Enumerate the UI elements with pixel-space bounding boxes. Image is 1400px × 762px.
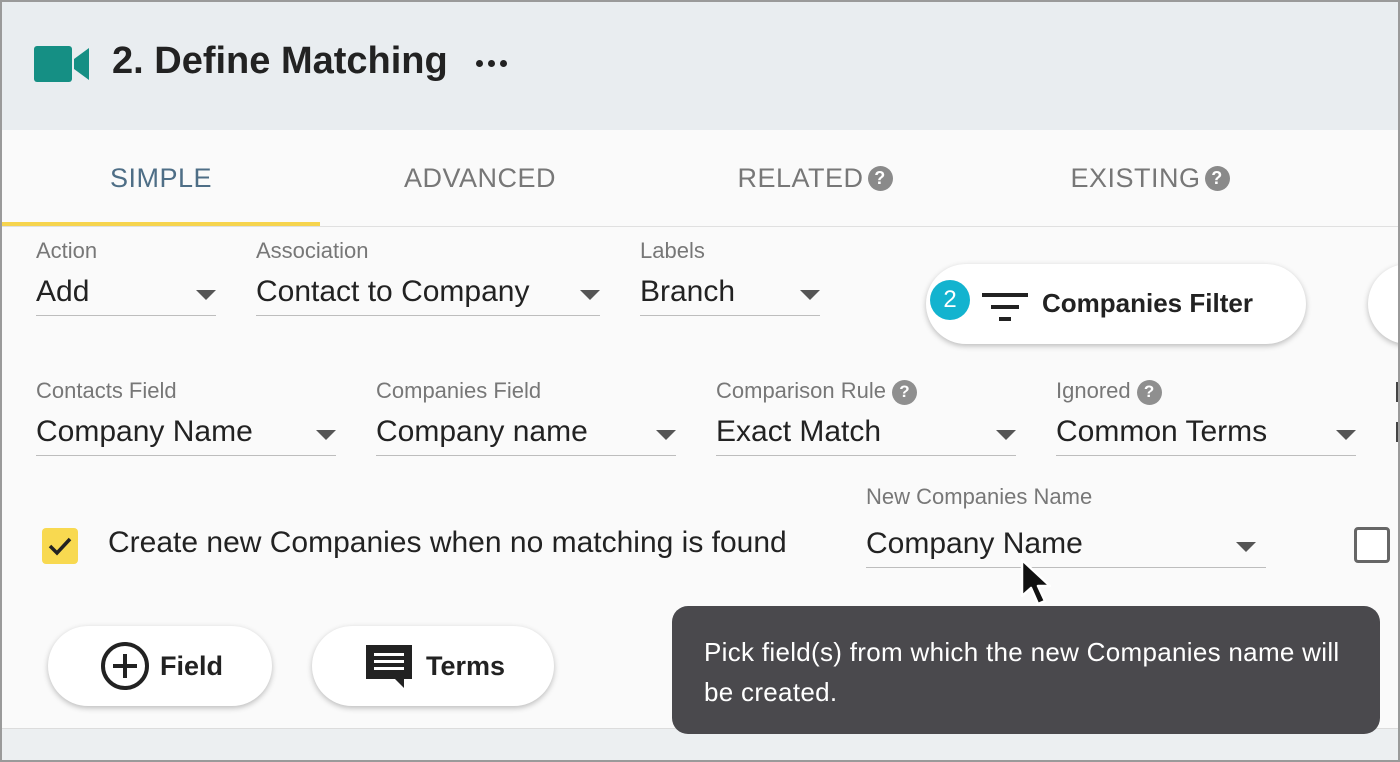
chevron-down-icon[interactable] (656, 430, 676, 440)
new-companies-name-dropdown[interactable]: Company Name (866, 520, 1266, 568)
terms-label: Terms (426, 650, 506, 681)
field-value: Company Name (866, 526, 1083, 560)
field-value: Common Terms (1056, 414, 1268, 448)
option-checkbox[interactable] (1354, 527, 1390, 563)
contacts-field-dropdown[interactable]: Company Name (36, 408, 336, 456)
field-value: Add (36, 274, 90, 308)
field-label: Ignored (1056, 378, 1131, 403)
tab-label: ADVANCED (403, 162, 557, 193)
add-circle-icon (101, 642, 149, 690)
step-header: 2. Define Matching (2, 2, 1398, 130)
labels-dropdown[interactable]: Branch (640, 268, 820, 316)
companies-field-dropdown[interactable]: Company name (376, 408, 676, 456)
tab-label: EXISTING (1070, 162, 1201, 193)
filter-icon (982, 293, 1028, 321)
chevron-down-icon[interactable] (196, 290, 216, 300)
check-icon (48, 537, 72, 556)
chevron-down-icon[interactable] (316, 430, 336, 440)
help-icon[interactable]: ? (1204, 165, 1230, 191)
ignored-dropdown[interactable]: Common Terms (1056, 408, 1356, 456)
field-label: Association (256, 238, 369, 263)
help-icon[interactable]: ? (1136, 379, 1162, 405)
more-options-icon[interactable] (476, 60, 508, 70)
filter-count-badge: 2 (930, 280, 970, 320)
action-dropdown[interactable]: Add (36, 268, 216, 316)
video-camera-icon (34, 46, 89, 82)
add-field-label: Field (160, 650, 224, 681)
field-label-row: Comparison Rule? (716, 378, 917, 405)
tab-related[interactable]: RELATED ? (640, 130, 990, 226)
add-field-button[interactable]: Field (48, 626, 272, 706)
field-value: Exact Match (716, 414, 882, 448)
field-label: Contacts Field (36, 378, 177, 403)
tab-bar: SIMPLE ADVANCED RELATED ? EXISTING ? (2, 130, 1398, 227)
page-title: 2. Define Matching (112, 40, 448, 82)
field-value: Company name (376, 414, 588, 448)
field-value: Branch (640, 274, 736, 308)
mouse-cursor-icon (1020, 558, 1052, 606)
field-value: Contact to Company (256, 274, 530, 308)
field-label: Labels (640, 238, 705, 263)
help-tooltip: Pick field(s) from which the new Compani… (672, 606, 1380, 734)
help-icon[interactable]: ? (891, 379, 917, 405)
terms-button[interactable]: Terms (312, 626, 554, 706)
create-new-checkbox[interactable] (42, 528, 78, 564)
field-label: Comparison Rule (716, 378, 886, 403)
field-value: Company Name (36, 414, 253, 448)
field-label-row: Ignored? (1056, 378, 1162, 405)
field-label: New Companies Name (866, 484, 1093, 509)
companies-filter-button[interactable]: 2 Companies Filter (926, 264, 1306, 344)
overflow-button[interactable] (1368, 264, 1398, 344)
tab-existing[interactable]: EXISTING ? (990, 130, 1310, 226)
tab-simple[interactable]: SIMPLE (2, 130, 320, 226)
tooltip-text: Pick field(s) from which the new Compani… (704, 637, 1340, 707)
active-tab-indicator (2, 222, 320, 226)
app-frame: 2. Define Matching SIMPLE ADVANCED RELAT… (0, 0, 1400, 762)
chevron-down-icon[interactable] (1336, 430, 1356, 440)
tab-label: RELATED (737, 162, 864, 193)
comparison-rule-dropdown[interactable]: Exact Match (716, 408, 1016, 456)
association-dropdown[interactable]: Contact to Company (256, 268, 600, 316)
help-icon[interactable]: ? (867, 165, 893, 191)
filter-button-label: Companies Filter (1042, 288, 1253, 318)
create-new-label[interactable]: Create new Companies when no matching is… (108, 526, 787, 560)
message-icon (366, 645, 412, 688)
chevron-down-icon[interactable] (996, 430, 1016, 440)
chevron-down-icon[interactable] (800, 290, 820, 300)
tab-advanced[interactable]: ADVANCED (320, 130, 640, 226)
truncated-field-edge (1396, 382, 1398, 452)
field-label: Action (36, 238, 98, 263)
field-label: Companies Field (376, 378, 542, 403)
tab-label: SIMPLE (109, 162, 213, 193)
chevron-down-icon[interactable] (580, 290, 600, 300)
chevron-down-icon[interactable] (1236, 542, 1256, 552)
